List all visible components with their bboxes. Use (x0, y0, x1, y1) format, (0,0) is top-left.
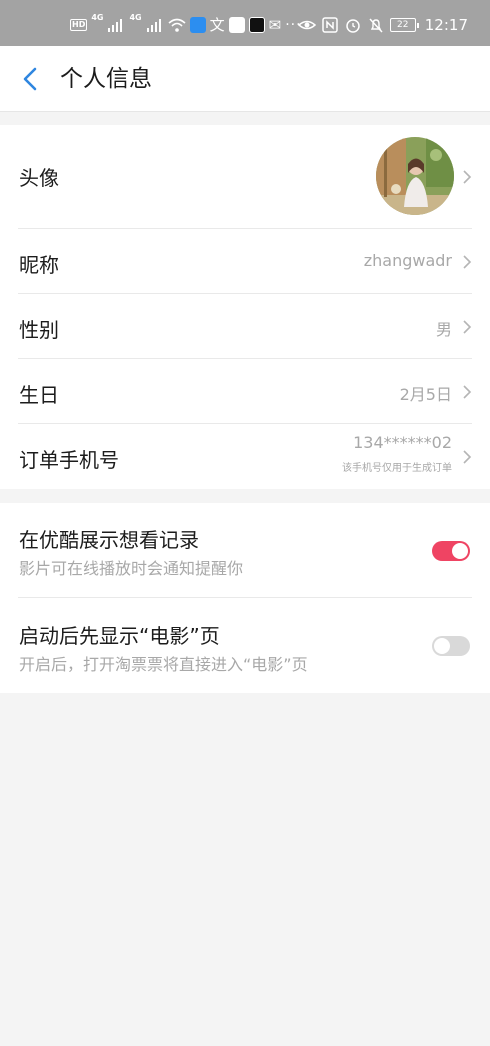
watch-history-toggle[interactable] (432, 541, 470, 561)
wechat-icon: ✉ (268, 16, 282, 34)
hd-badge: HD (70, 19, 88, 31)
watch-history-setting: 在优酷展示想看记录 影片可在线播放时会通知提醒你 (18, 503, 472, 598)
eye-icon (297, 20, 316, 30)
status-right: 22 12:17 (297, 15, 468, 35)
chevron-right-icon (463, 255, 472, 269)
movie-page-setting: 启动后先显示“电影”页 开启后，打开淘票票将直接进入“电影”页 (18, 598, 472, 693)
signal-icon (146, 19, 161, 32)
movie-page-desc: 开启后，打开淘票票将直接进入“电影”页 (19, 655, 308, 674)
order-phone-label: 订单手机号 (19, 448, 119, 472)
movie-page-toggle[interactable] (432, 636, 470, 656)
sim1-network: 4G (91, 13, 104, 22)
nickname-row[interactable]: 昵称 zhangwadr (18, 229, 472, 294)
avatar-label: 头像 (19, 166, 59, 190)
status-time: 12:17 (424, 16, 468, 34)
battery-indicator: 22 (389, 18, 419, 32)
page-title: 个人信息 (60, 66, 152, 92)
birthday-label: 生日 (19, 383, 59, 407)
app-notification-icon (189, 17, 206, 33)
back-arrow-icon[interactable] (18, 66, 44, 92)
status-bar: HD 4G 4G 文 ✉ ··· 22 12:17 (0, 0, 490, 46)
wifi-icon (168, 18, 186, 32)
settings-section: 在优酷展示想看记录 影片可在线播放时会通知提醒你 启动后先显示“电影”页 开启后… (0, 503, 490, 693)
watch-history-desc: 影片可在线播放时会通知提醒你 (19, 559, 244, 578)
translate-icon: 文 (209, 16, 225, 34)
toggle-knob (434, 638, 450, 654)
avatar (376, 137, 454, 215)
order-phone-note: 该手机号仅用于生成订单 (342, 463, 452, 474)
chevron-right-icon (463, 385, 472, 399)
nickname-label: 昵称 (19, 253, 59, 277)
nickname-value: zhangwadr (363, 251, 452, 270)
mute-icon (369, 18, 383, 33)
alarm-icon (346, 19, 360, 33)
sim2-network: 4G (129, 13, 142, 22)
gender-value: 男 (435, 320, 452, 339)
page-header: 个人信息 (0, 46, 490, 112)
avatar-row[interactable]: 头像 (18, 125, 472, 229)
chevron-right-icon (463, 320, 472, 334)
birthday-value: 2月5日 (399, 385, 452, 404)
tiktok-icon (248, 17, 265, 33)
movie-page-title: 启动后先显示“电影”页 (19, 624, 220, 648)
toggle-knob (452, 543, 468, 559)
signal-icon (108, 19, 123, 32)
order-phone-value: 134******02 (353, 433, 452, 452)
browser-icon (228, 17, 245, 33)
birthday-row[interactable]: 生日 2月5日 (18, 359, 472, 424)
chevron-right-icon (463, 170, 472, 184)
chevron-right-icon (463, 450, 472, 464)
profile-section: 头像 昵称 zhangwadr 性别 男 生日 2月5日 订单手机号 134**… (0, 125, 490, 489)
order-phone-row[interactable]: 订单手机号 134******02 该手机号仅用于生成订单 (18, 424, 472, 489)
gender-row[interactable]: 性别 男 (18, 294, 472, 359)
gender-label: 性别 (19, 318, 59, 342)
nfc-icon (322, 17, 338, 33)
watch-history-title: 在优酷展示想看记录 (19, 528, 199, 552)
avatar-image (376, 137, 454, 215)
status-left: HD 4G 4G 文 ✉ ··· (70, 13, 302, 35)
